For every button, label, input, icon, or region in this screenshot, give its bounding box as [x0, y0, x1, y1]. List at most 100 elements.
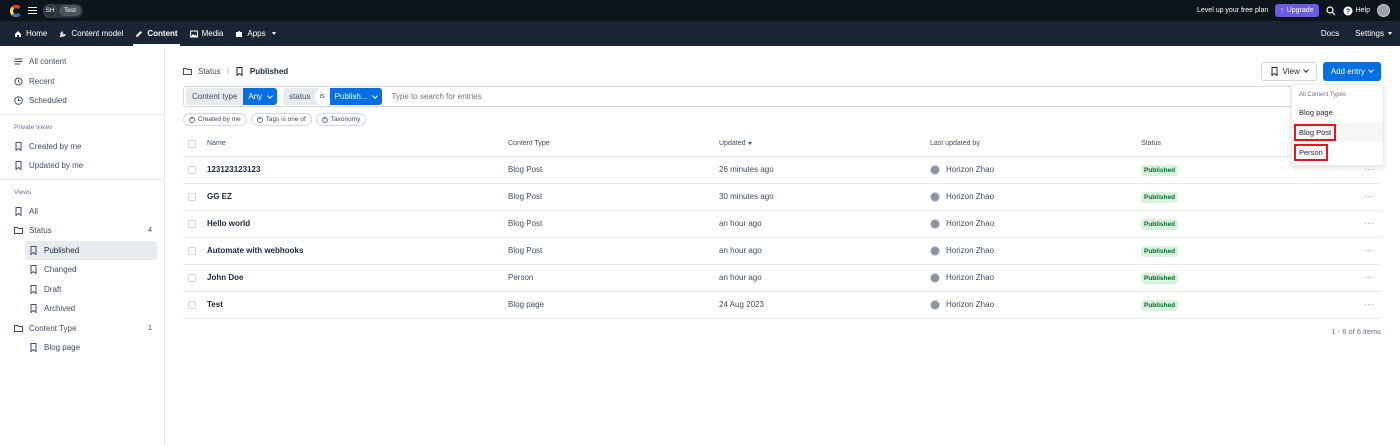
nav-media[interactable]: Media [184, 21, 230, 46]
sidebar-item-changed[interactable]: Changed [25, 260, 157, 280]
nav-home[interactable]: Home [8, 21, 53, 46]
sidebar-item-scheduled[interactable]: Scheduled [0, 91, 164, 111]
help-button[interactable]: ? Help [1343, 6, 1370, 16]
entry-type: Blog page [508, 291, 719, 319]
entry-name[interactable]: John Doe [207, 264, 508, 292]
filter-suggestions: + Created by me + Tags is one of + Taxonomy [183, 113, 1381, 126]
avatar [930, 272, 940, 283]
entry-name[interactable]: GG EZ [207, 183, 508, 211]
bookmark-icon [1271, 66, 1278, 76]
dropdown-item-label: Blog page [1299, 107, 1333, 117]
header-name[interactable]: Name [207, 132, 508, 157]
dropdown-item-person[interactable]: Person [1292, 142, 1383, 162]
add-entry-label: Add entry [1330, 66, 1365, 76]
breadcrumb-parent[interactable]: Status [198, 67, 221, 76]
entry-name[interactable]: 123123123123 [207, 156, 508, 184]
nav-content[interactable]: Content [129, 21, 183, 46]
sidebar-item-draft[interactable]: Draft [25, 280, 157, 300]
bookmark-icon [30, 284, 37, 294]
filter-value[interactable]: Publish... [329, 88, 383, 105]
select-all-checkbox[interactable] [188, 139, 196, 148]
sidebar-item-label: Changed [44, 265, 77, 275]
sidebar-item-label: All content [29, 57, 67, 67]
more-actions-icon[interactable]: ··· [1307, 210, 1381, 238]
nav-content-model-label: Content model [71, 29, 124, 38]
status-filter[interactable]: status is Publish... [283, 88, 383, 105]
more-actions-icon[interactable]: ··· [1307, 183, 1381, 211]
more-actions-icon[interactable]: ··· [1307, 264, 1381, 292]
sidebar-item-created-by-me[interactable]: Created by me [0, 137, 164, 157]
settings-menu[interactable]: Settings [1355, 29, 1392, 38]
folder-open-icon [14, 227, 23, 235]
chip-taxonomy[interactable]: + Taxonomy [315, 113, 367, 126]
sidebar-item-all-content[interactable]: All content [0, 52, 164, 72]
table-row[interactable]: 123123123123 Blog Post 26 minutes ago Ho… [183, 156, 1381, 184]
header-updated[interactable]: Updated [719, 132, 930, 157]
sidebar-item-all[interactable]: All [0, 202, 164, 222]
bookmark-icon [15, 206, 22, 216]
folder-icon [183, 67, 192, 75]
entry-type: Blog Post [508, 210, 719, 238]
table-row[interactable]: John Doe Person an hour ago Horizon Zhao… [183, 264, 1381, 292]
more-actions-icon[interactable]: ··· [1307, 291, 1381, 319]
sidebar-folder-status[interactable]: Status 4 [0, 221, 164, 241]
table-row[interactable]: Test Blog page 24 Aug 2023 Horizon Zhao … [183, 291, 1381, 319]
table-row[interactable]: Automate with webhooks Blog Post an hour… [183, 237, 1381, 265]
docs-link[interactable]: Docs [1321, 29, 1339, 38]
entry-name[interactable]: Automate with webhooks [207, 237, 508, 265]
status-badge: Published [1141, 165, 1179, 176]
wrench-icon [59, 30, 66, 37]
filter-value[interactable]: Any [243, 88, 278, 105]
content-type-filter[interactable]: Content type Any [186, 88, 278, 105]
nav-content-model[interactable]: Content model [53, 21, 129, 46]
entry-type: Blog Post [508, 183, 719, 211]
row-checkbox[interactable] [188, 273, 196, 282]
filter-operator[interactable]: is [314, 88, 330, 105]
table-row[interactable]: GG EZ Blog Post 30 minutes ago Horizon Z… [183, 183, 1381, 211]
nav-apps[interactable]: Apps [229, 21, 281, 46]
chip-created-by-me[interactable]: + Created by me [183, 113, 247, 126]
dropdown-item-blog-page[interactable]: Blog page [1292, 102, 1383, 122]
row-checkbox[interactable] [188, 165, 196, 174]
entry-name[interactable]: Test [207, 291, 508, 319]
table-row[interactable]: Hello world Blog Post an hour ago Horizo… [183, 210, 1381, 238]
sidebar-item-published[interactable]: Published [25, 240, 157, 260]
sidebar-item-updated-by-me[interactable]: Updated by me [0, 156, 164, 176]
row-checkbox[interactable] [188, 219, 196, 228]
chip-label: Tags is one of [265, 116, 306, 123]
add-entry-button[interactable]: Add entry [1322, 61, 1381, 81]
chevron-down-icon [372, 92, 379, 99]
entry-name[interactable]: Hello world [207, 210, 508, 238]
row-checkbox[interactable] [188, 246, 196, 255]
search-input[interactable] [391, 92, 1380, 101]
dropdown-item-blog-post[interactable]: Blog Post [1292, 122, 1383, 142]
filter-bar: Content type Any status is Publish... [183, 86, 1381, 107]
header-content-type[interactable]: Content Type [508, 132, 719, 157]
view-button[interactable]: View [1260, 61, 1317, 81]
breadcrumb-separator: / [226, 66, 229, 76]
chip-tags[interactable]: + Tags is one of [250, 113, 312, 126]
entry-user: Horizon Zhao [946, 300, 995, 309]
dropdown-heading: All Content Types [1299, 92, 1346, 98]
more-actions-icon[interactable]: ··· [1307, 237, 1381, 265]
dropdown-item-label: Blog Post [1293, 123, 1337, 141]
user-avatar[interactable] [1377, 4, 1390, 17]
sidebar-folder-content-type[interactable]: Content Type 1 [0, 319, 164, 339]
sidebar-item-archived[interactable]: Archived [25, 299, 157, 319]
status-badge: Published [1141, 246, 1179, 257]
menu-icon[interactable] [28, 6, 37, 15]
search-icon[interactable] [1325, 5, 1336, 16]
space-switcher[interactable]: SH Test [43, 3, 83, 18]
entry-type: Person [508, 264, 719, 292]
upgrade-button[interactable]: ↑ Upgrade [1275, 4, 1319, 17]
row-checkbox[interactable] [188, 192, 196, 201]
top-bar: SH Test Level up your free plan ↑ Upgrad… [0, 0, 1400, 21]
contentful-logo[interactable] [10, 4, 22, 17]
row-checkbox[interactable] [188, 300, 196, 309]
folder-count: 4 [148, 227, 152, 235]
bookmark-icon [15, 141, 22, 151]
main-nav: Home Content model Content Media Apps Do… [0, 21, 1400, 46]
sidebar-item-recent[interactable]: Recent [0, 72, 164, 92]
sidebar-item-blog-page[interactable]: Blog page [25, 338, 157, 358]
filter-key: Content type [186, 88, 244, 105]
